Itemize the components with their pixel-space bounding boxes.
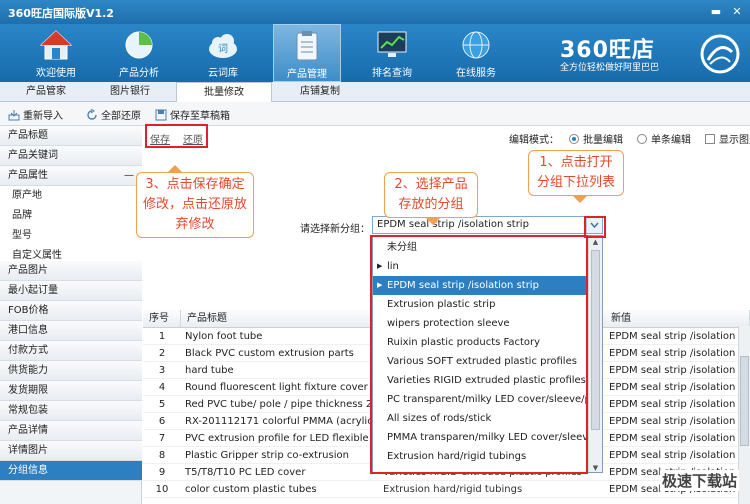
dropdown-item[interactable]: Extrusion hard/rigid tubings xyxy=(373,447,589,466)
sidebar-item-detail-images[interactable]: 详情图片 xyxy=(0,441,142,461)
nav-cloud-lexicon[interactable]: 词 云词库 xyxy=(189,24,257,82)
sub-tab-bar: 产品管家 图片银行 批量修改 店铺复制 xyxy=(0,82,750,102)
batch-edit-radio[interactable] xyxy=(569,133,579,144)
callout-step-3: 3、点击保存确定修改，点击还原放弃修改 xyxy=(136,165,254,238)
dropdown-item[interactable]: ▶ lin xyxy=(373,257,589,276)
minimize-icon[interactable]: ▬ xyxy=(707,3,725,19)
group-select[interactable]: EPDM seal strip /isolation strip xyxy=(372,216,603,234)
globe-icon xyxy=(462,31,490,59)
brand-slogan: 全方位轻松做好阿里巴巴 xyxy=(560,63,660,73)
dropdown-item[interactable]: Ruixin plastic products Factory xyxy=(373,333,589,352)
dropdown-item[interactable]: PMMA transparen/milky LED cover/sleeve xyxy=(373,428,589,447)
collapse-icon[interactable]: — xyxy=(124,166,134,186)
dropdown-scrollbar-thumb[interactable] xyxy=(591,250,600,430)
sidebar-item-delivery[interactable]: 发货期限 xyxy=(0,381,142,401)
sidebar-item-attributes[interactable]: 产品属性 — xyxy=(0,166,142,186)
expand-icon[interactable]: ▶ xyxy=(377,276,382,295)
show-images-checkbox[interactable] xyxy=(705,133,715,144)
clipboard-icon xyxy=(296,31,318,61)
sidebar-item-payment[interactable]: 付款方式 xyxy=(0,341,142,361)
chevron-down-icon[interactable] xyxy=(586,217,602,233)
brand-swirl-icon xyxy=(700,34,740,74)
expand-icon[interactable]: ▶ xyxy=(377,257,382,276)
dropdown-item[interactable]: 未分组 xyxy=(373,238,589,257)
sidebar-item-details[interactable]: 产品详情 xyxy=(0,421,142,441)
pie-chart-icon xyxy=(125,31,153,59)
save-link[interactable]: 保存 xyxy=(150,131,170,146)
col-header-new[interactable]: 新值 xyxy=(605,310,750,328)
dropdown-item[interactable]: All sizes of rods/stick xyxy=(373,409,589,428)
batch-edit-label: 批量编辑 xyxy=(583,135,623,146)
field-sidebar: 产品标题 产品关键词 产品属性 — 原产地 品牌 型号 自定义属性 产品图片 最小… xyxy=(0,126,142,504)
save-icon xyxy=(155,109,167,120)
dropdown-item[interactable]: PC transparent/milky LED cover/sleeve/pr… xyxy=(373,390,589,409)
monitor-chart-icon xyxy=(377,31,407,57)
import-icon xyxy=(8,109,20,120)
edit-mode-group: 编辑模式： 批量编辑 单条编辑 显示图片 xyxy=(509,131,750,146)
dropdown-item-selected[interactable]: ▶ EPDM seal strip /isolation strip xyxy=(373,276,589,295)
sidebar-item-moq[interactable]: 最小起订量 xyxy=(0,281,142,301)
callout-step-2: 2、选择产品存放的分组 xyxy=(384,172,478,225)
cloud-icon: 词 xyxy=(209,34,237,58)
show-images-label: 显示图片 xyxy=(719,135,750,146)
sidebar-item-port[interactable]: 港口信息 xyxy=(0,321,142,341)
callout-step-1: 1、点击打开分组下拉列表 xyxy=(528,150,624,203)
sidebar-item-group-info[interactable]: 分组信息 xyxy=(0,461,142,481)
sidebar-item-brand[interactable]: 品牌 xyxy=(0,206,142,226)
nav-online-service[interactable]: 在线服务 xyxy=(442,24,510,82)
close-icon[interactable]: ✕ xyxy=(728,3,746,19)
sidebar-item-keywords[interactable]: 产品关键词 xyxy=(0,146,142,166)
window-controls: ▬ ✕ xyxy=(707,3,746,19)
sidebar-item-model[interactable]: 型号 xyxy=(0,226,142,246)
svg-text:词: 词 xyxy=(218,43,228,55)
restore-link[interactable]: 还原 xyxy=(183,131,203,146)
single-edit-radio[interactable] xyxy=(637,133,647,144)
tab-store-copy[interactable]: 店铺复制 xyxy=(280,82,360,102)
dropdown-item[interactable]: wipers protection sleeve xyxy=(373,314,589,333)
group-dropdown-list: 未分组 ▶ lin ▶ EPDM seal strip /isolation str… xyxy=(372,235,603,473)
group-select-label: 请选择新分组： xyxy=(300,224,370,235)
dropdown-item[interactable]: Extrusion plastic strip xyxy=(373,295,589,314)
watermark: 极速下载站 xyxy=(660,470,740,491)
edit-mode-label: 编辑模式： xyxy=(509,135,559,146)
single-edit-label: 单条编辑 xyxy=(651,135,691,146)
sidebar-item-title[interactable]: 产品标题 xyxy=(0,126,142,146)
reimport-button[interactable]: 重新导入 xyxy=(8,107,63,122)
table-row[interactable]: 10 color custom plastic tubes Extrusion … xyxy=(143,481,750,498)
restore-all-button[interactable]: 全部还原 xyxy=(86,107,141,122)
sidebar-item-fob[interactable]: FOB价格 xyxy=(0,301,142,321)
scroll-up-icon[interactable]: ▲ xyxy=(589,236,602,248)
refresh-icon xyxy=(87,108,97,120)
nav-rank-query[interactable]: 排名查询 xyxy=(358,24,426,82)
tab-image-bank[interactable]: 图片银行 xyxy=(92,82,168,102)
sidebar-item-images[interactable]: 产品图片 xyxy=(0,261,142,281)
scroll-down-icon[interactable]: ▼ xyxy=(589,462,602,472)
nav-product-analysis[interactable]: 产品分析 xyxy=(105,24,173,82)
dropdown-item[interactable]: Varieties RIGID extruded plastic profile… xyxy=(373,371,589,390)
save-draft-button[interactable]: 保存至草稿箱 xyxy=(155,107,230,122)
nav-product-management[interactable]: 产品管理 xyxy=(273,24,341,82)
sidebar-item-supply[interactable]: 供货能力 xyxy=(0,361,142,381)
app-title: 360旺店国际版V1.2 xyxy=(8,7,114,20)
brand-logo: 360旺店 全方位轻松做好阿里巴巴 xyxy=(540,32,740,76)
dropdown-scrollbar[interactable]: ▲ ▼ xyxy=(588,236,602,472)
scrollbar-thumb[interactable] xyxy=(740,356,749,446)
home-icon xyxy=(39,30,73,60)
sidebar-item-packaging[interactable]: 常规包装 xyxy=(0,401,142,421)
title-bar: 360旺店国际版V1.2 ▬ ✕ xyxy=(0,0,750,24)
dropdown-item[interactable]: Various SOFT extruded plastic profiles xyxy=(373,352,589,371)
nav-welcome[interactable]: 欢迎使用 xyxy=(22,24,90,82)
toolbar: 重新导入 全部还原 保存至草稿箱 xyxy=(0,102,750,126)
tab-batch-edit[interactable]: 批量修改 xyxy=(176,82,272,102)
sidebar-item-origin[interactable]: 原产地 xyxy=(0,186,142,206)
tab-product-butler[interactable]: 产品管家 xyxy=(8,82,84,102)
main-nav: 欢迎使用 产品分析 词 云词库 产品管理 排名查询 在线服务 360旺店 全方位… xyxy=(0,24,750,82)
table-scrollbar[interactable] xyxy=(738,326,750,504)
col-header-num[interactable]: 序号 xyxy=(143,310,181,328)
